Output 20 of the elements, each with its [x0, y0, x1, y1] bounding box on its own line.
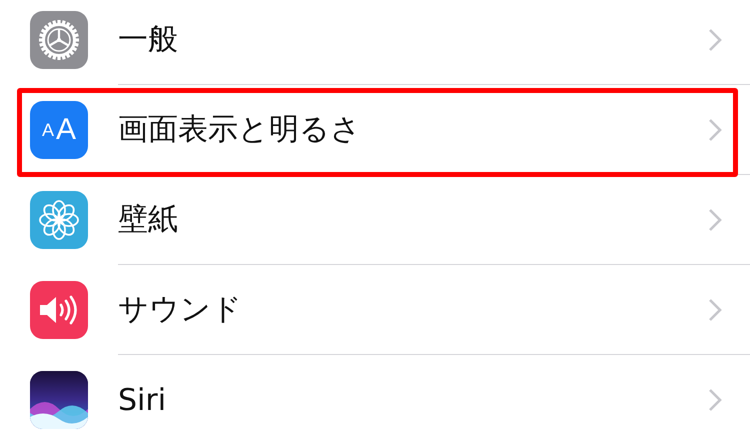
gear-icon: [30, 11, 88, 69]
wave-icon: [30, 371, 88, 429]
chevron-icon: [708, 28, 722, 52]
text-size-icon: AA: [30, 101, 88, 159]
chevron-icon: [708, 208, 722, 232]
settings-row[interactable]: 一般: [0, 0, 750, 85]
settings-row[interactable]: AA 画面表示と明るさ: [0, 85, 750, 175]
row-label: 一般: [118, 21, 179, 59]
row-label: 壁紙: [118, 201, 179, 239]
row-label: 画面表示と明るさ: [118, 111, 362, 149]
flower-icon: [30, 191, 88, 249]
chevron-icon: [708, 118, 722, 142]
row-label: Siri: [118, 382, 168, 420]
settings-row[interactable]: Siri: [0, 355, 750, 436]
settings-row[interactable]: 壁紙: [0, 175, 750, 265]
chevron-icon: [708, 388, 722, 412]
settings-row[interactable]: サウンド: [0, 265, 750, 355]
row-label: サウンド: [118, 291, 243, 329]
chevron-icon: [708, 298, 722, 322]
speaker-icon: [30, 281, 88, 339]
